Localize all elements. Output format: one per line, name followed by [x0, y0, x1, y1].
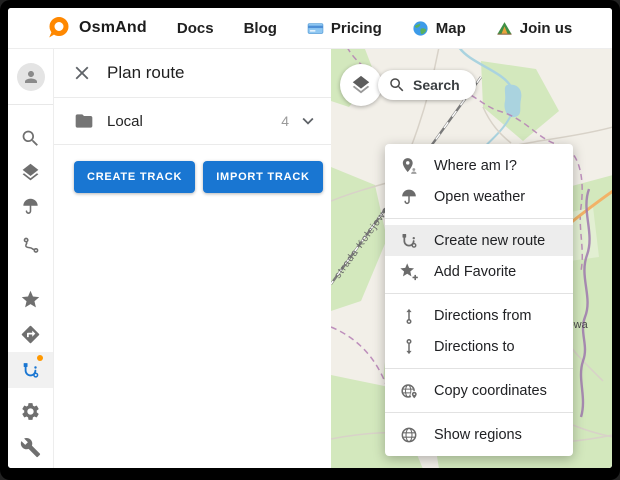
menu-item-add-favorite[interactable]: Add Favorite	[385, 256, 573, 287]
menu-item-label: Where am I?	[434, 158, 517, 174]
folder-icon	[74, 111, 94, 131]
person-icon	[22, 68, 40, 86]
sidebar-item-plan-route[interactable]	[8, 352, 53, 388]
wrench-icon	[20, 437, 41, 458]
gear-icon	[20, 401, 41, 422]
nav-link-label: Blog	[244, 20, 277, 37]
map-canvas[interactable]: strada Kolejowa Gowa Search	[331, 49, 612, 468]
menu-item-show-regions[interactable]: Show regions	[385, 419, 573, 450]
menu-divider	[385, 218, 573, 219]
star-icon	[20, 289, 41, 310]
notification-badge-dot	[37, 355, 43, 361]
map-context-menu: Where am I? Open weather	[385, 144, 573, 456]
menu-item-copy-coordinates[interactable]: Copy coordinates	[385, 375, 573, 406]
menu-item-label: Open weather	[434, 189, 525, 205]
search-icon	[20, 128, 41, 149]
avatar	[17, 63, 45, 91]
search-label: Search	[413, 77, 460, 93]
close-panel-button[interactable]	[69, 60, 95, 86]
nav-link-join-us[interactable]: Join us	[496, 20, 573, 37]
route-plan-icon	[399, 231, 419, 251]
globe-icon	[412, 20, 429, 37]
map-search-button[interactable]: Search	[378, 70, 476, 100]
panel-header: Plan route	[54, 49, 331, 98]
sidebar-item-search[interactable]	[8, 121, 53, 155]
tent-icon	[496, 20, 513, 37]
menu-item-create-new-route[interactable]: Create new route	[385, 225, 573, 256]
screenshot-frame: OsmAnd Docs Blog Pricing Map	[0, 0, 620, 480]
person-pin-icon	[399, 156, 419, 176]
sidebar-item-favorites[interactable]	[8, 282, 53, 316]
import-track-button[interactable]: IMPORT TRACK	[203, 161, 323, 193]
brand-name[interactable]: OsmAnd	[79, 19, 147, 37]
chevron-down-icon[interactable]	[297, 110, 319, 132]
nav-link-label: Join us	[520, 20, 573, 37]
directions-from-icon	[399, 306, 419, 326]
menu-item-label: Directions from	[434, 308, 532, 324]
folder-name: Local	[107, 113, 143, 130]
sidebar-item-navigation[interactable]	[8, 317, 53, 351]
plan-route-panel: Plan route Local 4 CREATE TRACK IMPORT T…	[54, 49, 331, 468]
route-plan-icon	[20, 360, 41, 381]
folder-count: 4	[281, 113, 289, 129]
track-buttons-row: CREATE TRACK IMPORT TRACK	[74, 161, 331, 193]
nav-link-label: Map	[436, 20, 466, 37]
left-icon-sidebar	[8, 49, 54, 468]
menu-item-label: Directions to	[434, 339, 515, 355]
star-plus-icon	[399, 262, 419, 282]
search-icon	[388, 76, 406, 94]
sidebar-item-utilities[interactable]	[8, 430, 53, 464]
folder-row-local[interactable]: Local 4	[54, 98, 331, 145]
sidebar-item-account[interactable]	[8, 60, 53, 94]
umbrella-icon	[399, 187, 419, 207]
menu-item-label: Add Favorite	[434, 264, 516, 280]
osmand-logo-icon[interactable]	[46, 16, 70, 40]
menu-item-directions-to[interactable]: Directions to	[385, 331, 573, 362]
sidebar-item-settings[interactable]	[8, 394, 53, 428]
pricing-card-icon	[307, 20, 324, 37]
close-icon	[71, 62, 93, 84]
sidebar-item-weather[interactable]	[8, 189, 53, 223]
nav-link-label: Pricing	[331, 20, 382, 37]
sidebar-item-tracks[interactable]	[8, 228, 53, 262]
menu-item-open-weather[interactable]: Open weather	[385, 181, 573, 212]
nav-link-docs[interactable]: Docs	[177, 20, 214, 37]
directions-icon	[20, 324, 41, 345]
menu-item-directions-from[interactable]: Directions from	[385, 300, 573, 331]
menu-item-where-am-i[interactable]: Where am I?	[385, 150, 573, 181]
osmand-web-app: OsmAnd Docs Blog Pricing Map	[8, 8, 612, 468]
nav-link-label: Docs	[177, 20, 214, 37]
menu-divider	[385, 368, 573, 369]
sidebar-divider	[8, 104, 53, 105]
nav-link-blog[interactable]: Blog	[244, 20, 277, 37]
nav-link-map[interactable]: Map	[412, 20, 466, 37]
page-title: Plan route	[107, 63, 185, 83]
globe-wire-icon	[399, 425, 419, 445]
directions-to-icon	[399, 337, 419, 357]
map-layers-button[interactable]	[340, 64, 382, 106]
nav-link-pricing[interactable]: Pricing	[307, 20, 382, 37]
menu-item-label: Create new route	[434, 233, 545, 249]
sidebar-item-layers[interactable]	[8, 155, 53, 189]
menu-divider	[385, 412, 573, 413]
menu-divider	[385, 293, 573, 294]
create-track-button[interactable]: CREATE TRACK	[74, 161, 195, 193]
menu-item-label: Show regions	[434, 427, 522, 443]
globe-pin-icon	[399, 381, 419, 401]
track-icon	[20, 235, 41, 256]
umbrella-icon	[20, 196, 41, 217]
layers-icon	[20, 162, 41, 183]
top-navbar: OsmAnd Docs Blog Pricing Map	[8, 8, 612, 49]
layers-icon	[350, 74, 372, 96]
menu-item-label: Copy coordinates	[434, 383, 547, 399]
